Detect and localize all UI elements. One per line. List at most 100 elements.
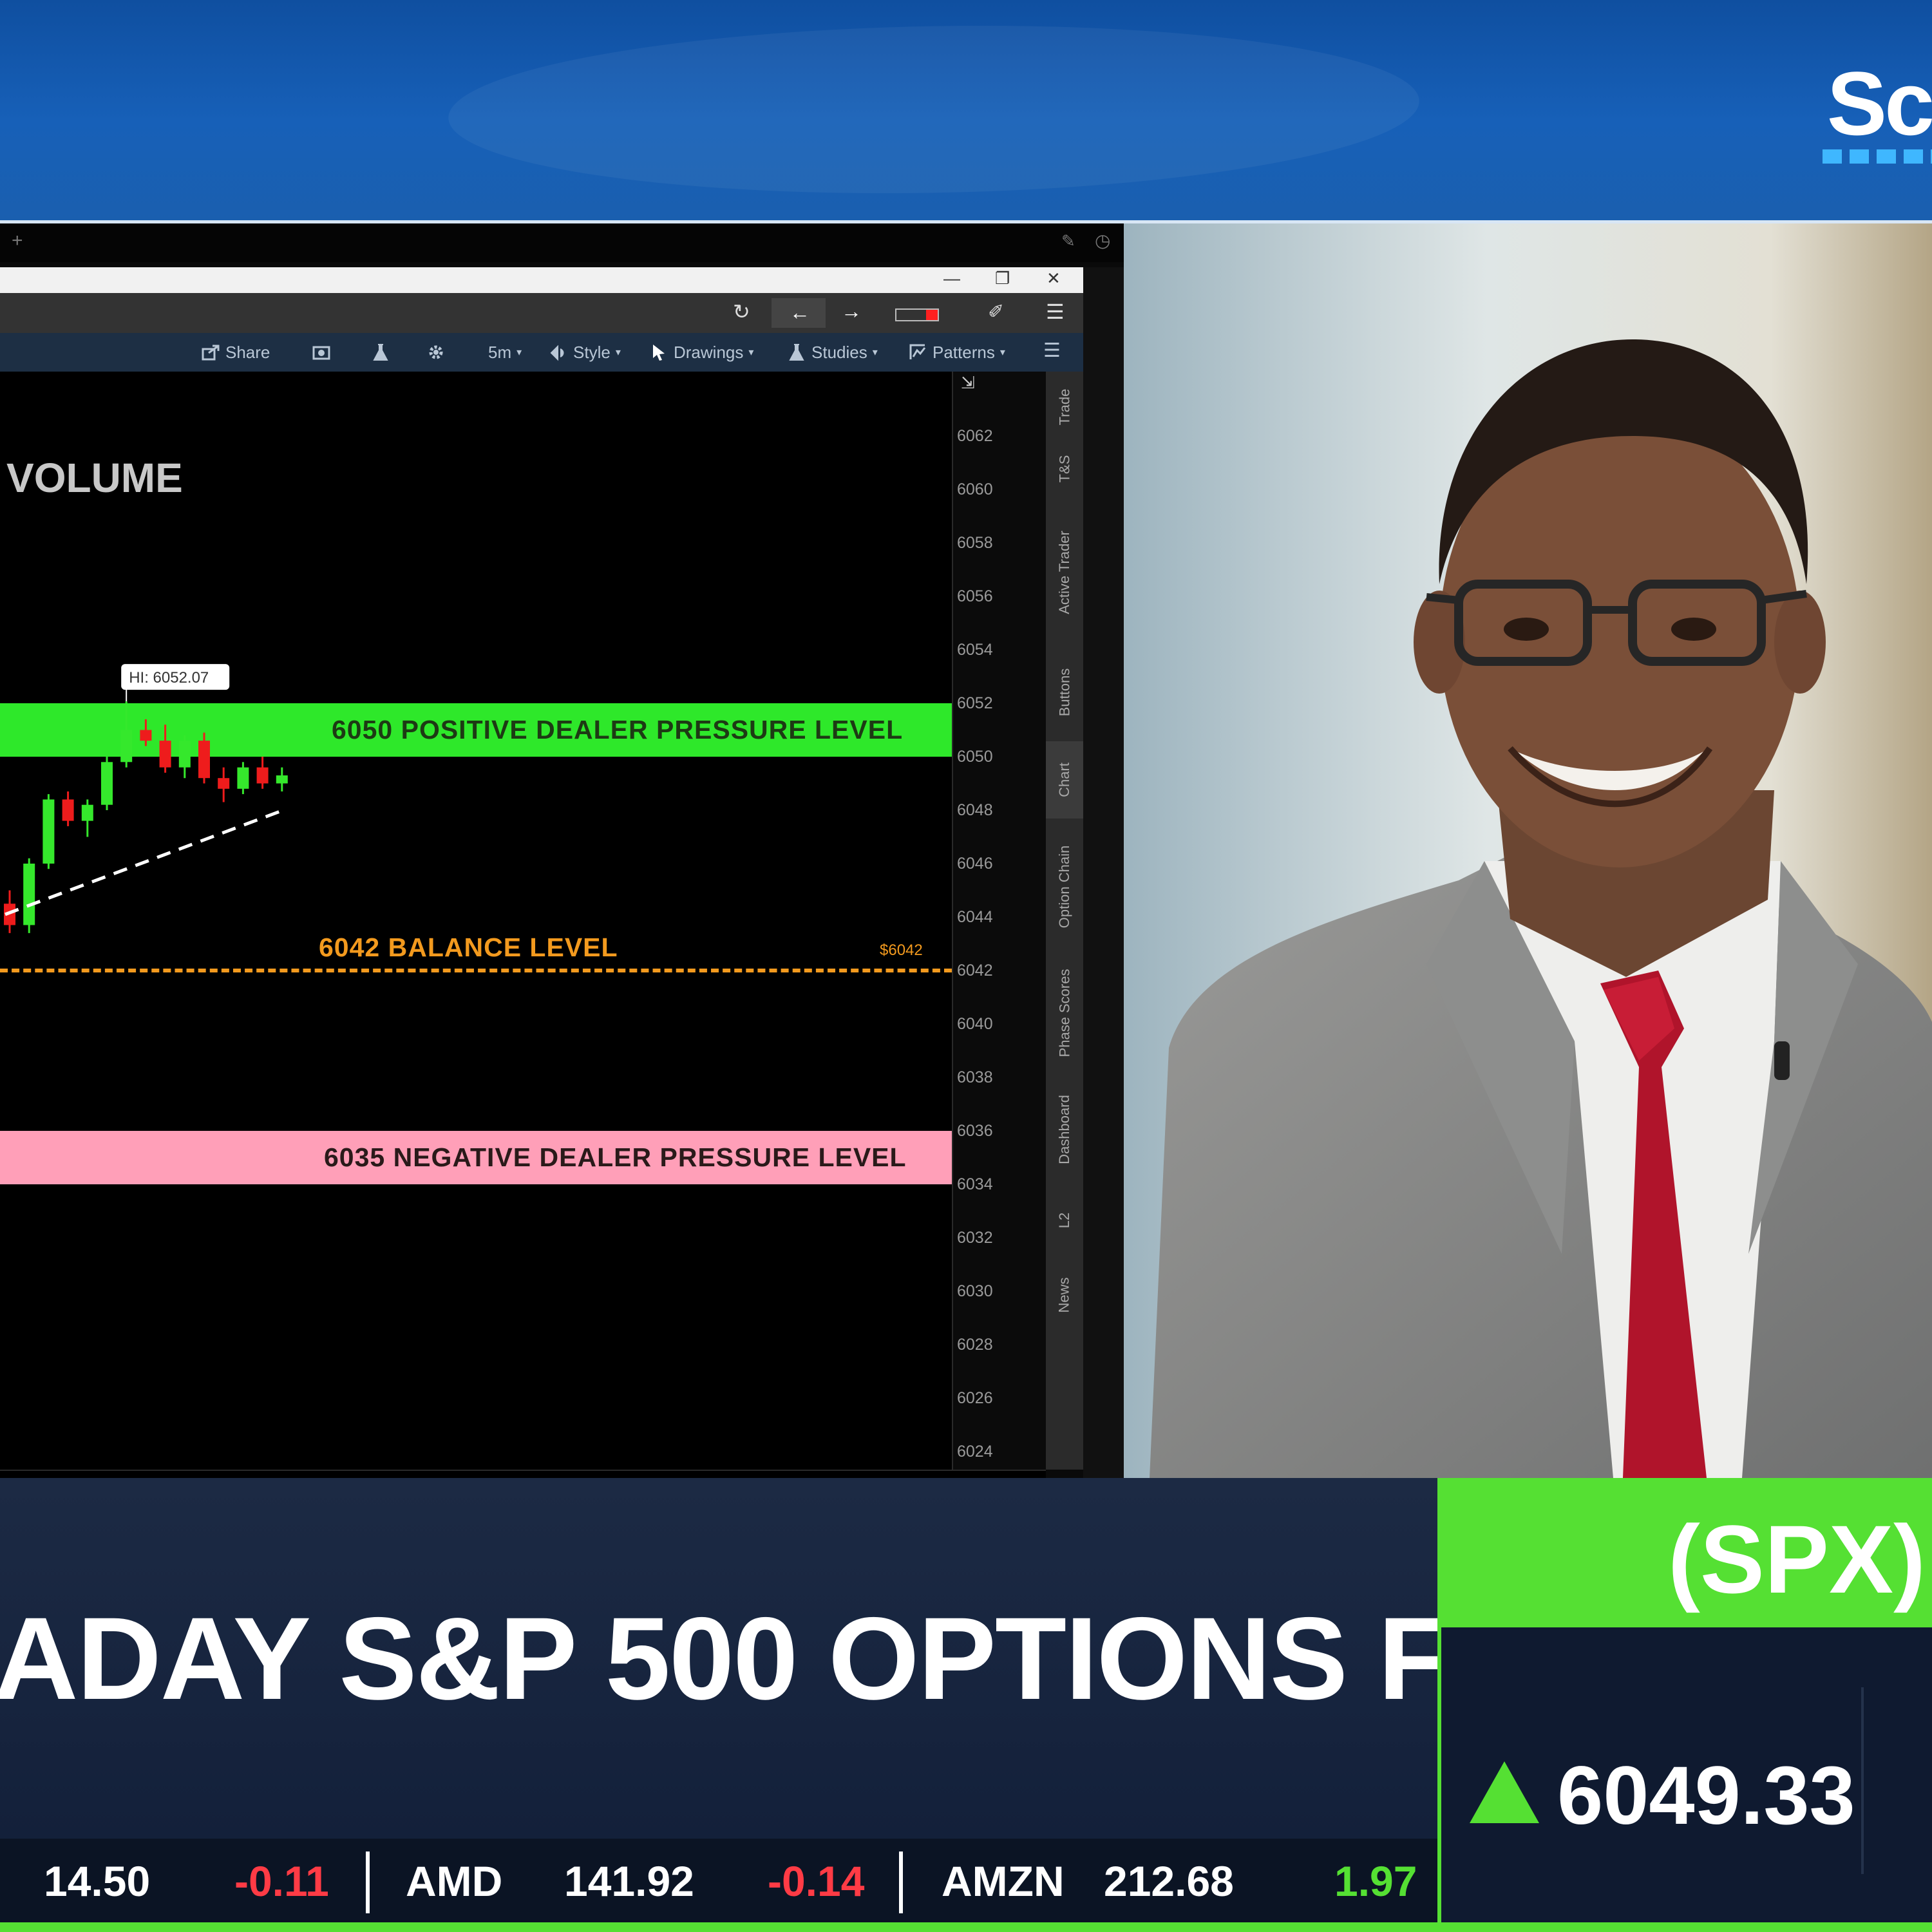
- side-tab-label: Phase Scores: [1056, 969, 1072, 1057]
- price-axis: ⇲ 6062 6060 6058 6056 6054 6052 6050 6048 6046 60…: [952, 372, 1047, 1470]
- candle-body: [43, 799, 55, 864]
- style-label: Style: [573, 342, 611, 362]
- side-tab-l2[interactable]: L2: [1046, 1188, 1083, 1253]
- price-tick-label: 6052: [957, 694, 993, 712]
- presenter-video: [1124, 223, 1932, 1478]
- autoscale-icon[interactable]: ⇲: [961, 373, 975, 393]
- side-tab-label: L2: [1056, 1212, 1072, 1229]
- price-tick-label: 6046: [957, 855, 993, 873]
- studies-button[interactable]: Studies ▾: [787, 341, 878, 364]
- side-tab-chart[interactable]: Chart: [1046, 741, 1083, 819]
- candle-body: [101, 762, 113, 805]
- patterns-icon: [909, 344, 926, 359]
- candle-body: [23, 864, 35, 925]
- price-tick-label: 6040: [957, 1015, 993, 1033]
- candle-body: [62, 799, 74, 821]
- side-tab-dashboard[interactable]: Dashboard: [1046, 1075, 1083, 1184]
- side-tab-t-s[interactable]: T&S: [1046, 440, 1083, 498]
- snapshot-button[interactable]: [312, 341, 331, 364]
- brand-logo-underline: [1823, 149, 1932, 164]
- window-title-bar: — ❐ ✕: [0, 267, 1083, 293]
- side-tab-label: Chart: [1056, 762, 1072, 797]
- ticker-item: AMD: [406, 1857, 503, 1905]
- restore-icon[interactable]: ❐: [995, 269, 1010, 289]
- ticker-separator: [899, 1852, 903, 1913]
- side-panel-tabs: Trade T&S Active Trader Buttons Chart Option …: [1046, 372, 1083, 1470]
- banner-sheen: [402, 26, 1466, 193]
- arrow-left-icon: ←: [790, 301, 810, 324]
- side-tab-option-chain[interactable]: Option Chain: [1046, 822, 1083, 951]
- ticker-item: 212.68: [1104, 1857, 1234, 1905]
- dropdown-icon: ▾: [872, 347, 878, 358]
- add-icon[interactable]: +: [12, 230, 23, 252]
- platform-right-edge: [1083, 267, 1124, 1478]
- candle-body: [237, 767, 249, 789]
- dropdown-icon: ▾: [999, 347, 1005, 358]
- ticker-item: 141.92: [564, 1857, 694, 1905]
- side-tab-news[interactable]: News: [1046, 1256, 1083, 1334]
- ticker-item: AMZN: [942, 1857, 1065, 1905]
- chart-area[interactable]: VOLUME 6050 POSITIVE DEALER PRESSURE LEV…: [0, 372, 952, 1470]
- arrow-right-icon[interactable]: →: [841, 299, 862, 323]
- interval-selector[interactable]: 5m ▾: [488, 341, 522, 364]
- share-label: Share: [225, 342, 270, 362]
- candlestick-plot: HI: 6052.07: [4, 664, 288, 933]
- side-tab-buttons[interactable]: Buttons: [1046, 647, 1083, 737]
- style-button[interactable]: Style ▾: [549, 341, 621, 364]
- layout-icon-accent: [926, 310, 938, 320]
- ticker-item: 14.50: [44, 1857, 151, 1905]
- ticker-separator: [366, 1852, 370, 1913]
- price-tick-label: 6042: [957, 961, 993, 980]
- pin-icon[interactable]: ✎: [1061, 231, 1075, 251]
- patterns-button[interactable]: Patterns ▾: [908, 341, 1005, 364]
- patterns-label: Patterns: [933, 342, 995, 362]
- presenter-illustration: [1124, 223, 1932, 1478]
- candle-body: [178, 741, 191, 768]
- price-tick-label: 6062: [957, 427, 993, 445]
- candle-body: [198, 741, 210, 779]
- price-tick-label: 6058: [957, 534, 993, 552]
- dropdown-icon: ▾: [615, 347, 621, 358]
- price-tick-label: 6024: [957, 1443, 993, 1461]
- drawings-button[interactable]: Drawings ▾: [649, 341, 753, 364]
- settings-button[interactable]: [426, 341, 446, 364]
- gear-icon: [429, 345, 443, 359]
- layout-icon[interactable]: [895, 308, 939, 321]
- price-tick-label: 6056: [957, 587, 993, 605]
- price-tick-label: 6034: [957, 1175, 993, 1193]
- close-icon[interactable]: ✕: [1046, 269, 1061, 289]
- side-tab-trade[interactable]: Trade: [1046, 378, 1083, 436]
- price-tick-label: 6044: [957, 908, 993, 926]
- menu-icon[interactable]: ☰: [1043, 339, 1061, 362]
- side-tab-active-trader[interactable]: Active Trader: [1046, 502, 1083, 643]
- ticker-item: 1.97: [1334, 1857, 1417, 1905]
- candle-body: [81, 804, 93, 821]
- price-tick-label: 6048: [957, 801, 993, 819]
- candle-body: [159, 741, 171, 768]
- link-icon[interactable]: ✐: [988, 301, 1004, 323]
- navigation-bar: ↻ ← → ✐ ☰: [0, 293, 1083, 333]
- candle-body: [120, 730, 133, 762]
- stock-ticker: 14.50 -0.11 AMD 141.92 -0.14 AMZN 212.68…: [0, 1839, 1437, 1922]
- back-button[interactable]: ←: [772, 298, 826, 328]
- platform-top-bar: + ✎ ◷: [0, 223, 1124, 262]
- spx-divider: [1861, 1687, 1864, 1874]
- high-price-label: HI: 6052.07: [129, 669, 209, 687]
- bottom-accent-strip: [0, 1922, 1932, 1932]
- clock-icon[interactable]: ◷: [1095, 230, 1110, 251]
- share-button[interactable]: Share: [201, 341, 270, 364]
- flask-button[interactable]: [371, 341, 390, 364]
- minimize-icon[interactable]: —: [943, 269, 960, 289]
- price-tick-label: 6036: [957, 1122, 993, 1140]
- ticker-item: -0.11: [234, 1857, 329, 1905]
- side-tab-label: News: [1056, 1277, 1072, 1313]
- candle-body: [276, 775, 288, 784]
- menu-icon[interactable]: ☰: [1046, 299, 1065, 324]
- dropdown-icon: ▾: [748, 347, 754, 358]
- price-tick-label: 6060: [957, 480, 993, 498]
- refresh-icon[interactable]: ↻: [733, 299, 750, 324]
- side-tab-phase-scores[interactable]: Phase Scores: [1046, 955, 1083, 1071]
- price-tick-label: 6054: [957, 641, 993, 659]
- spx-label: (SPX): [1667, 1505, 1926, 1613]
- price-tick-label: 6030: [957, 1282, 993, 1300]
